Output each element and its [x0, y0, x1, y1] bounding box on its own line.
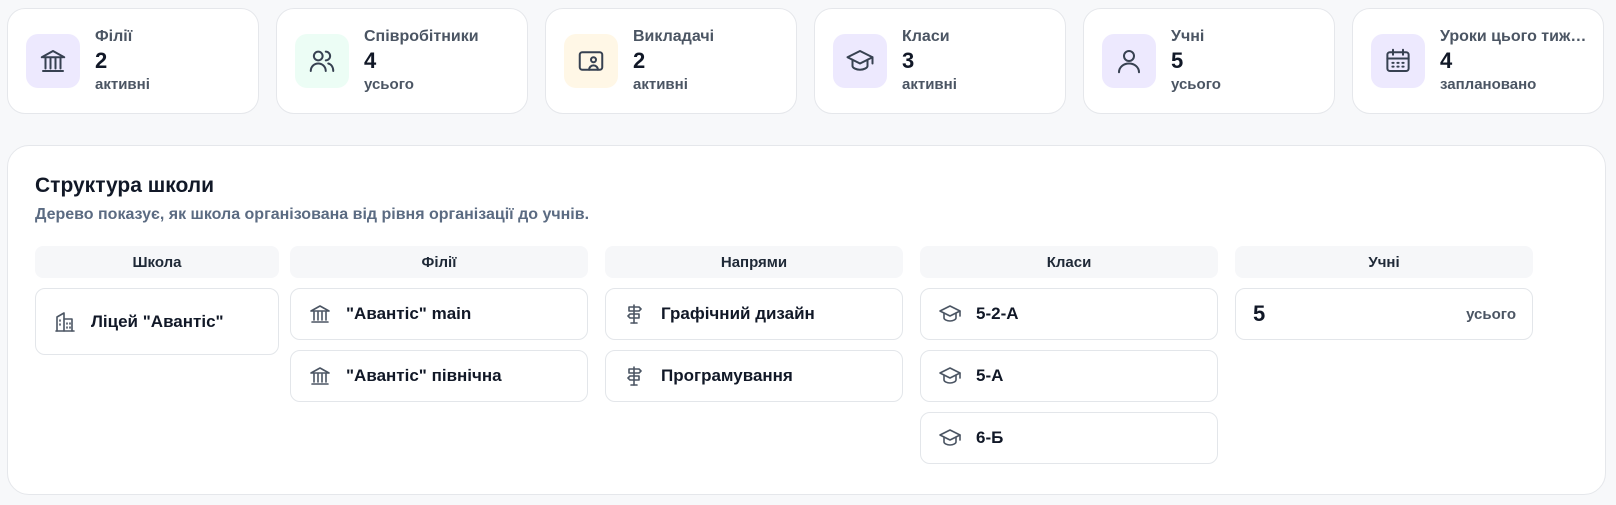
- branch-node[interactable]: "Авантіс" північна: [290, 350, 588, 402]
- stat-value: 4: [1440, 48, 1453, 73]
- stat-sub: усього: [364, 76, 414, 93]
- graduation-cap-icon: [939, 429, 961, 446]
- stat-card-teachers[interactable]: Викладачі 2 активні: [545, 8, 797, 114]
- teacher-board-icon: [578, 51, 604, 71]
- stat-sub: активні: [633, 76, 688, 93]
- stat-card-branches[interactable]: Філії 2 активні: [7, 8, 259, 114]
- bank-icon: [310, 367, 330, 385]
- stat-icon-bg: [295, 34, 349, 88]
- column-header: Учні: [1235, 246, 1533, 278]
- graduation-cap-icon: [939, 367, 961, 384]
- users-icon: [309, 50, 335, 72]
- bank-icon: [310, 305, 330, 323]
- column-branches: Філії "Авантіс" main "Авантіс" північна: [290, 246, 588, 402]
- stat-icon-bg: [26, 34, 80, 88]
- stat-value: 2: [95, 48, 108, 73]
- column-school: Школа Ліцей "Авантіс": [35, 246, 279, 355]
- stat-label: Викладачі: [633, 28, 715, 45]
- stat-value: 5: [1171, 48, 1184, 73]
- column-header: Філії: [290, 246, 588, 278]
- stat-value: 4: [364, 48, 377, 73]
- signpost-icon: [627, 304, 642, 324]
- school-structure-panel: Структура школи Дерево показує, як школа…: [7, 145, 1606, 495]
- stat-label: Класи: [902, 28, 950, 45]
- school-node[interactable]: Ліцей "Авантіс": [35, 288, 279, 355]
- stat-sub: активні: [95, 76, 150, 93]
- students-count: 5: [1253, 301, 1266, 326]
- stat-card-students[interactable]: Учні 5 усього: [1083, 8, 1335, 114]
- stats-row: Філії 2 активні Співробітники 4 усього В…: [7, 8, 1604, 114]
- students-count-label: усього: [1466, 305, 1516, 323]
- class-node[interactable]: 6-Б: [920, 412, 1218, 464]
- stat-card-classes[interactable]: Класи 3 активні: [814, 8, 1066, 114]
- stat-value: 2: [633, 48, 646, 73]
- column-header: Школа: [35, 246, 279, 278]
- column-classes: Класи 5-2-А 5-А 6-Б: [920, 246, 1218, 464]
- direction-name: Графічний дизайн: [661, 304, 815, 323]
- graduation-cap-icon: [939, 305, 961, 322]
- class-name: 5-2-А: [976, 304, 1019, 323]
- column-header: Напрями: [605, 246, 903, 278]
- panel-subtitle: Дерево показує, як школа організована ві…: [35, 206, 590, 223]
- class-name: 6-Б: [976, 428, 1004, 447]
- direction-name: Програмування: [661, 366, 793, 385]
- column-directions: Напрями Графічний дизайн Програмування: [605, 246, 903, 402]
- stat-label: Учні: [1171, 28, 1205, 45]
- students-count-node[interactable]: 5 усього: [1235, 288, 1533, 340]
- stat-label: Співробітники: [364, 28, 479, 45]
- stat-icon-bg: [1371, 34, 1425, 88]
- stat-sub: усього: [1171, 76, 1221, 93]
- school-name: Ліцей "Авантіс": [91, 311, 224, 331]
- branch-name: "Авантіс" main: [346, 304, 472, 323]
- graduation-cap-icon: [846, 50, 874, 71]
- branch-node[interactable]: "Авантіс" main: [290, 288, 588, 340]
- panel-title: Структура школи: [35, 174, 215, 197]
- stat-icon-bg: [833, 34, 887, 88]
- stat-label: Філії: [95, 28, 133, 45]
- class-node[interactable]: 5-А: [920, 350, 1218, 402]
- stat-value: 3: [902, 48, 915, 73]
- direction-node[interactable]: Графічний дизайн: [605, 288, 903, 340]
- stat-card-lessons-this-week[interactable]: Уроки цього тиж… 4 заплановано: [1352, 8, 1604, 114]
- signpost-icon: [627, 366, 642, 386]
- stat-label: Уроки цього тиж…: [1440, 28, 1587, 45]
- column-header: Класи: [920, 246, 1218, 278]
- column-students: Учні 5 усього: [1235, 246, 1533, 340]
- stat-icon-bg: [1102, 34, 1156, 88]
- user-icon: [1118, 50, 1140, 74]
- stat-card-staff[interactable]: Співробітники 4 усього: [276, 8, 528, 114]
- building-icon: [55, 311, 75, 332]
- branch-name: "Авантіс" північна: [346, 366, 502, 385]
- direction-node[interactable]: Програмування: [605, 350, 903, 402]
- stat-sub: активні: [902, 76, 957, 93]
- class-node[interactable]: 5-2-А: [920, 288, 1218, 340]
- calendar-icon: [1386, 48, 1410, 72]
- stat-sub: заплановано: [1440, 76, 1537, 93]
- bank-icon: [40, 50, 66, 72]
- stat-icon-bg: [564, 34, 618, 88]
- class-name: 5-А: [976, 366, 1004, 385]
